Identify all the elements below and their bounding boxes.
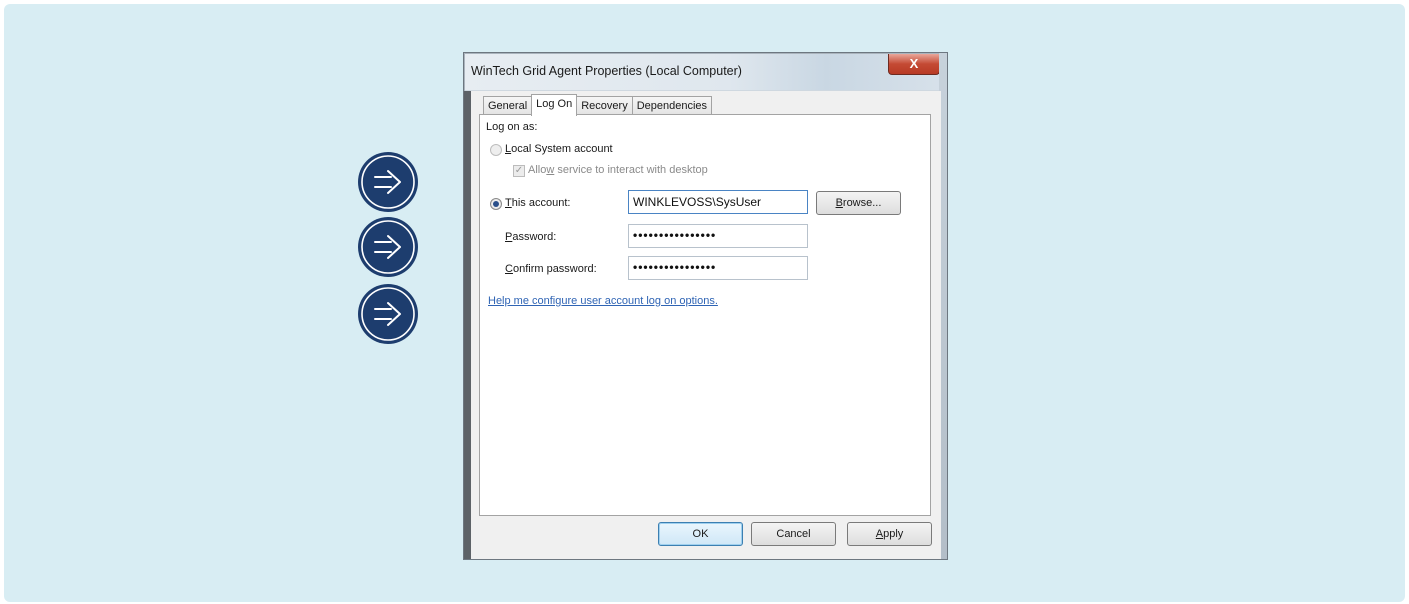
tab-strip: General Log On Recovery Dependencies xyxy=(483,94,713,116)
window-title: WinTech Grid Agent Properties (Local Com… xyxy=(471,64,742,78)
allow-interact-label: Allow service to interact with desktop xyxy=(528,164,708,176)
browse-text: rowse... xyxy=(842,197,882,209)
close-icon: X xyxy=(909,56,919,71)
tab-log-on[interactable]: Log On xyxy=(531,94,578,116)
arrow-right-icon xyxy=(361,220,415,274)
ok-button[interactable]: OK xyxy=(658,522,743,546)
password-label: Password: xyxy=(505,231,556,243)
step-arrow-badge-1 xyxy=(358,152,418,212)
tab-recovery[interactable]: Recovery xyxy=(576,96,633,115)
confirm-accel: C xyxy=(505,263,513,275)
window-frame-left xyxy=(464,91,471,559)
apply-button[interactable]: Apply xyxy=(847,522,932,546)
local-system-label: Local System account xyxy=(505,143,613,155)
this-account-text: his account: xyxy=(511,197,571,209)
arrow-right-icon xyxy=(361,155,415,209)
log-on-panel: Log on as: Local System account ✓ Allow … xyxy=(479,114,931,516)
allow-interact-checkbox[interactable]: ✓ xyxy=(513,165,525,177)
cancel-button[interactable]: Cancel xyxy=(751,522,836,546)
step-arrow-badge-3 xyxy=(358,284,418,344)
confirm-text: onfirm password: xyxy=(512,263,597,275)
log-on-as-heading: Log on as: xyxy=(486,121,538,133)
this-account-radio[interactable] xyxy=(490,198,502,210)
title-bar[interactable]: WinTech Grid Agent Properties (Local Com… xyxy=(465,54,946,90)
apply-text: pply xyxy=(883,528,904,540)
step-arrow-badge-2 xyxy=(358,217,418,277)
dialog-body: General Log On Recovery Dependencies Log… xyxy=(471,91,941,559)
close-button[interactable]: X xyxy=(888,54,940,75)
confirm-password-input[interactable]: •••••••••••••••• xyxy=(628,256,808,280)
password-text: assword: xyxy=(512,231,557,243)
apply-accel: A xyxy=(875,528,884,540)
this-account-label: This account: xyxy=(505,197,570,209)
local-system-text: ocal System account xyxy=(511,143,613,155)
allow-pre: Allo xyxy=(528,164,547,176)
account-name-input[interactable]: WINKLEVOSS\SysUser xyxy=(628,190,808,214)
browse-button[interactable]: Browse... xyxy=(816,191,901,215)
password-input[interactable]: •••••••••••••••• xyxy=(628,224,808,248)
arrow-right-icon xyxy=(361,287,415,341)
browse-accel: B xyxy=(835,197,843,209)
tab-general[interactable]: General xyxy=(483,96,533,115)
tab-dependencies[interactable]: Dependencies xyxy=(631,96,713,115)
local-system-radio[interactable] xyxy=(490,144,502,156)
allow-post: service to interact with desktop xyxy=(554,164,708,176)
properties-dialog: WinTech Grid Agent Properties (Local Com… xyxy=(463,52,948,560)
confirm-password-label: Confirm password: xyxy=(505,263,597,275)
this-account-accel: T xyxy=(505,197,512,209)
help-configure-link[interactable]: Help me configure user account log on op… xyxy=(488,295,718,307)
